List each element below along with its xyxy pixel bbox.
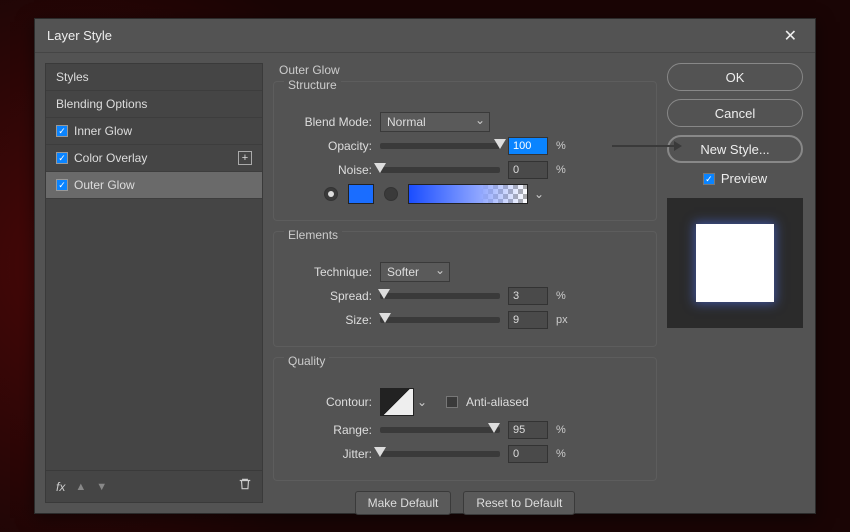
antialiased-label: Anti-aliased	[466, 395, 529, 409]
noise-label: Noise:	[284, 163, 372, 177]
preview-checkbox[interactable]	[703, 173, 715, 185]
sidebar-item-label: Outer Glow	[74, 178, 135, 192]
opacity-slider[interactable]	[380, 143, 500, 149]
chevron-down-icon[interactable]: ⌄	[534, 187, 544, 201]
new-style-button[interactable]: New Style...	[667, 135, 803, 163]
glow-color-swatch[interactable]	[348, 184, 374, 204]
unit-percent: %	[556, 164, 574, 176]
unit-percent: %	[556, 140, 574, 152]
cancel-button[interactable]: Cancel	[667, 99, 803, 127]
dialog-title: Layer Style	[47, 28, 778, 43]
technique-label: Technique:	[284, 265, 372, 279]
jitter-input[interactable]	[508, 445, 548, 463]
sidebar-item-styles[interactable]: Styles	[46, 64, 262, 91]
fx-menu-button[interactable]: fx	[56, 480, 65, 494]
structure-group: Structure Blend Mode: Normal Opacity: % …	[273, 81, 657, 221]
sidebar-item-label: Inner Glow	[74, 124, 132, 138]
range-input[interactable]	[508, 421, 548, 439]
ok-button[interactable]: OK	[667, 63, 803, 91]
unit-px: px	[556, 314, 574, 326]
unit-percent: %	[556, 448, 574, 460]
contour-label: Contour:	[284, 395, 372, 409]
elements-group: Elements Technique: Softer Spread: % Siz…	[273, 231, 657, 347]
opacity-label: Opacity:	[284, 139, 372, 153]
blend-mode-label: Blend Mode:	[284, 115, 372, 129]
contour-picker[interactable]	[380, 388, 414, 416]
trash-icon[interactable]	[238, 477, 252, 496]
panel-title: Outer Glow	[279, 63, 657, 77]
checkbox-icon[interactable]	[56, 179, 68, 191]
group-legend: Elements	[284, 228, 342, 242]
range-label: Range:	[284, 423, 372, 437]
arrow-up-icon[interactable]: ▲	[75, 481, 86, 493]
preview-swatch	[696, 224, 774, 302]
jitter-label: Jitter:	[284, 447, 372, 461]
glow-color-radio[interactable]	[324, 187, 338, 201]
technique-select[interactable]: Softer	[380, 262, 450, 282]
sidebar-item-outer-glow[interactable]: Outer Glow	[46, 172, 262, 199]
glow-gradient-swatch[interactable]	[408, 184, 528, 204]
make-default-button[interactable]: Make Default	[355, 491, 452, 515]
sidebar-label: Styles	[56, 70, 89, 84]
size-input[interactable]	[508, 311, 548, 329]
noise-input[interactable]	[508, 161, 548, 179]
checkbox-icon[interactable]	[56, 125, 68, 137]
plus-icon[interactable]: +	[238, 151, 252, 165]
unit-percent: %	[556, 424, 574, 436]
unit-percent: %	[556, 290, 574, 302]
group-legend: Structure	[284, 78, 341, 92]
reset-default-button[interactable]: Reset to Default	[463, 491, 575, 515]
titlebar: Layer Style ✕	[35, 19, 815, 53]
sidebar-item-blending-options[interactable]: Blending Options	[46, 91, 262, 118]
spread-input[interactable]	[508, 287, 548, 305]
preview-thumbnail	[667, 198, 803, 328]
preview-label: Preview	[721, 171, 767, 186]
sidebar-item-inner-glow[interactable]: Inner Glow	[46, 118, 262, 145]
checkbox-icon[interactable]	[56, 152, 68, 164]
callout-arrow-icon	[612, 145, 674, 147]
settings-panel: Outer Glow Structure Blend Mode: Normal …	[273, 63, 657, 503]
sidebar-item-color-overlay[interactable]: Color Overlay +	[46, 145, 262, 172]
spread-label: Spread:	[284, 289, 372, 303]
sidebar-label: Blending Options	[56, 97, 147, 111]
noise-slider[interactable]	[380, 167, 500, 173]
right-column: OK Cancel New Style... Preview	[667, 63, 803, 503]
size-slider[interactable]	[380, 317, 500, 323]
arrow-down-icon[interactable]: ▼	[96, 481, 107, 493]
range-slider[interactable]	[380, 427, 500, 433]
group-legend: Quality	[284, 354, 329, 368]
size-label: Size:	[284, 313, 372, 327]
quality-group: Quality Contour: Anti-aliased Range: %	[273, 357, 657, 481]
sidebar-item-label: Color Overlay	[74, 151, 147, 165]
spread-slider[interactable]	[380, 293, 500, 299]
sidebar-footer: fx ▲ ▼	[46, 470, 262, 502]
jitter-slider[interactable]	[380, 451, 500, 457]
blend-mode-select[interactable]: Normal	[380, 112, 490, 132]
close-icon[interactable]: ✕	[778, 24, 803, 48]
layer-style-dialog: Layer Style ✕ Styles Blending Options In…	[34, 18, 816, 514]
glow-gradient-radio[interactable]	[384, 187, 398, 201]
opacity-input[interactable]	[508, 137, 548, 155]
styles-sidebar: Styles Blending Options Inner Glow Color…	[45, 63, 263, 503]
antialiased-checkbox[interactable]	[446, 396, 458, 408]
